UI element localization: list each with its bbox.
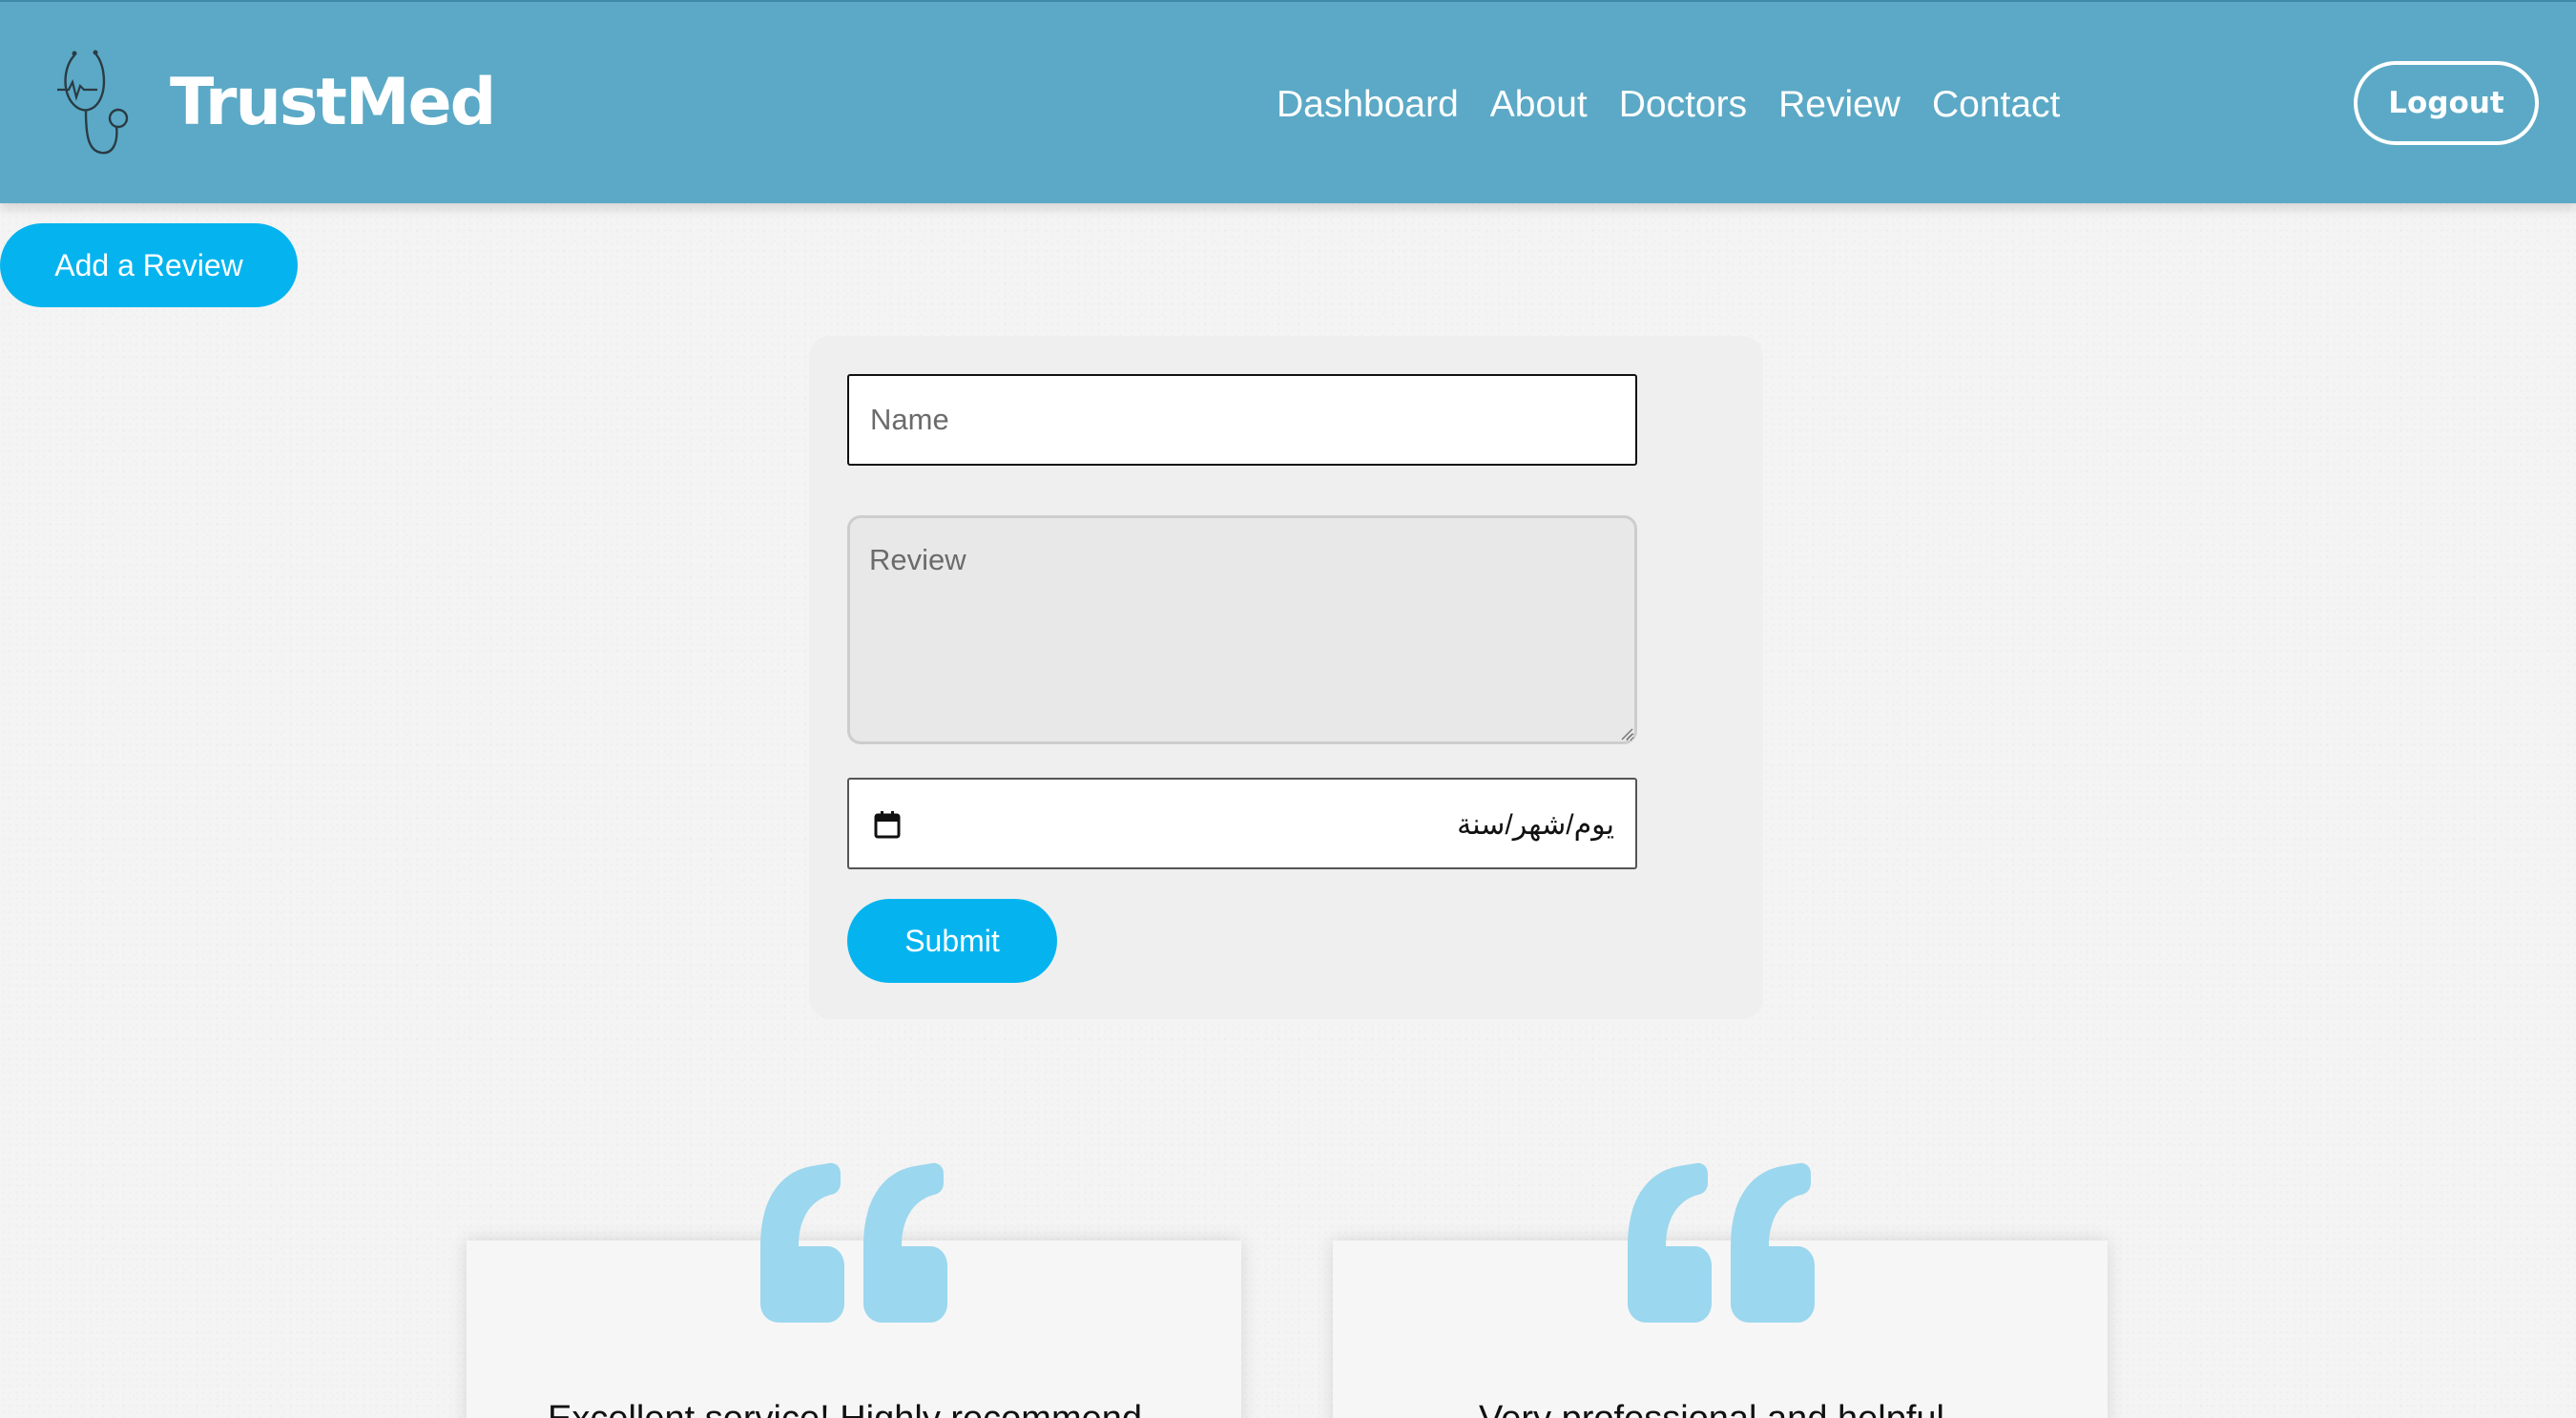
nav-review[interactable]: Review: [1778, 76, 1901, 134]
calendar-icon[interactable]: [874, 810, 901, 839]
quote-icon: [760, 1162, 947, 1323]
review-form: يوم/شهر/سنة Submit: [809, 336, 1763, 1019]
testimonial-text: Very professional and helpful: [1479, 1395, 1944, 1418]
quote-icon: [1628, 1162, 1815, 1323]
date-value: يوم/شهر/سنة: [1457, 809, 1614, 841]
stethoscope-icon: [57, 50, 129, 155]
nav-links: Dashboard About Doctors Review Contact: [1277, 76, 2091, 134]
date-input[interactable]: يوم/شهر/سنة: [847, 778, 1637, 869]
navbar: TrustMed Dashboard About Doctors Review …: [0, 0, 2576, 203]
nav-dashboard[interactable]: Dashboard: [1277, 76, 1459, 134]
testimonial-text: Excellent service! Highly recommend: [548, 1395, 1142, 1418]
submit-button[interactable]: Submit: [847, 899, 1057, 983]
nav-contact[interactable]: Contact: [1932, 76, 2060, 134]
review-textarea[interactable]: [847, 515, 1637, 744]
nav-doctors[interactable]: Doctors: [1619, 76, 1747, 134]
logout-button[interactable]: Logout: [2354, 61, 2539, 145]
nav-about[interactable]: About: [1490, 76, 1588, 134]
brand-name[interactable]: TrustMed: [170, 65, 496, 141]
name-input[interactable]: [847, 374, 1637, 466]
add-review-button[interactable]: Add a Review: [0, 223, 298, 307]
